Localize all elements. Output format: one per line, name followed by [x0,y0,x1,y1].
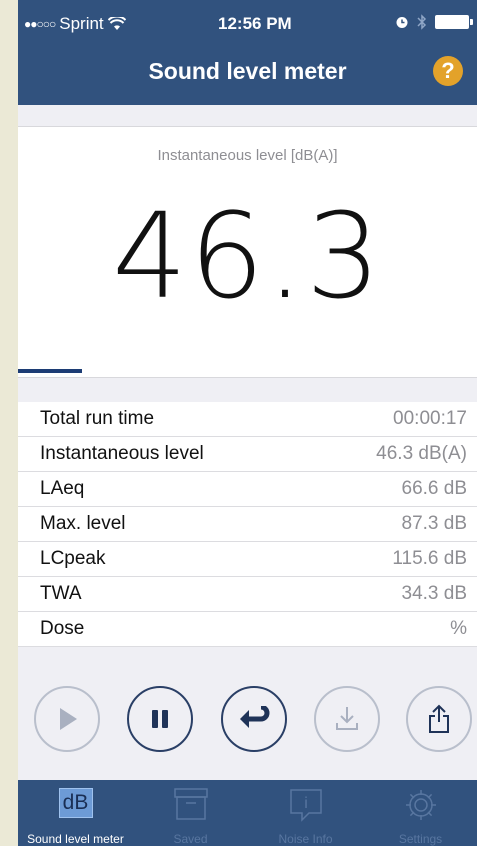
gear-icon [405,790,436,820]
stat-value: 34.3 dB [401,583,468,604]
status-bar: ●●○○○ Sprint 12:56 PM [18,0,477,42]
level-panel: Instantaneous level [dB(A)] 46.3 [18,126,477,378]
alarm-icon [396,17,408,28]
level-bar [18,369,477,373]
play-icon [60,708,77,730]
stat-row-twa: TWA 34.3 dB [18,577,477,612]
level-caption: Instantaneous level [dB(A)] [157,147,338,164]
top-bar: ●●○○○ Sprint 12:56 PM Sound level meter … [18,0,477,105]
tab-noise-info[interactable]: i Noise Info [248,780,363,846]
tab-sound-level-meter[interactable]: dB Sound level meter [18,780,133,846]
level-bar-fill [18,369,83,373]
stat-value: 66.6 dB [401,478,468,499]
db-icon: dB [58,788,93,818]
level-value: 46.3 [112,187,383,325]
bluetooth-icon [417,14,427,30]
help-button[interactable]: ? [433,56,463,86]
stat-label: Total run time [40,408,155,429]
save-button[interactable] [314,686,380,752]
stats-list: Total run time 00:00:17 Instantaneous le… [18,402,477,647]
status-right [395,14,473,30]
tab-saved[interactable]: Saved [133,780,248,846]
reset-button[interactable] [221,686,287,752]
stat-value: 00:00:17 [393,408,467,429]
stat-row-laeq: LAeq 66.6 dB [18,472,477,507]
stat-label: Instantaneous level [40,443,204,464]
tab-bar: dB Sound level meter Saved i Noise Info [18,780,477,846]
tab-label: Sound level meter [27,832,124,846]
tab-label: Noise Info [278,832,333,846]
play-button[interactable] [34,686,100,752]
download-icon [336,707,358,730]
app-screen: ●●○○○ Sprint 12:56 PM Sound level meter … [18,0,477,846]
tab-label: Saved [173,832,208,846]
share-icon [429,704,449,733]
stat-label: Max. level [40,513,126,534]
carrier-name: Sprint [59,14,104,33]
return-icon [240,706,270,728]
tab-label: Settings [398,832,443,846]
wifi-icon [107,17,126,30]
pause-button[interactable] [127,686,193,752]
stat-row-run-time: Total run time 00:00:17 [18,402,477,437]
stat-value: 46.3 dB(A) [376,443,467,464]
stat-value: 87.3 dB [401,513,468,534]
stat-row-instantaneous: Instantaneous level 46.3 dB(A) [18,437,477,472]
info-icon: i [289,789,322,822]
stat-value: 115.6 dB [392,548,467,569]
stat-row-dose: Dose % [18,612,477,647]
carrier-info: ●●○○○ Sprint [24,14,126,34]
control-bar [18,676,477,762]
svg-text:i: i [304,795,308,812]
stat-row-lcpeak: LCpeak 115.6 dB [18,542,477,577]
status-time: 12:56 PM [218,14,292,33]
archive-icon [173,788,208,820]
signal-strength: ●●○○○ [24,17,56,31]
tab-settings[interactable]: Settings [363,780,477,846]
stat-label: LAeq [40,478,85,499]
pause-icon [152,710,168,728]
page-title: Sound level meter [148,58,347,84]
stat-label: Dose [40,618,85,639]
stat-value: % [450,618,467,639]
stat-label: TWA [40,583,82,604]
share-button[interactable] [406,686,472,752]
stat-label: LCpeak [40,548,106,569]
stat-row-max-level: Max. level 87.3 dB [18,507,477,542]
battery-icon [435,15,473,29]
